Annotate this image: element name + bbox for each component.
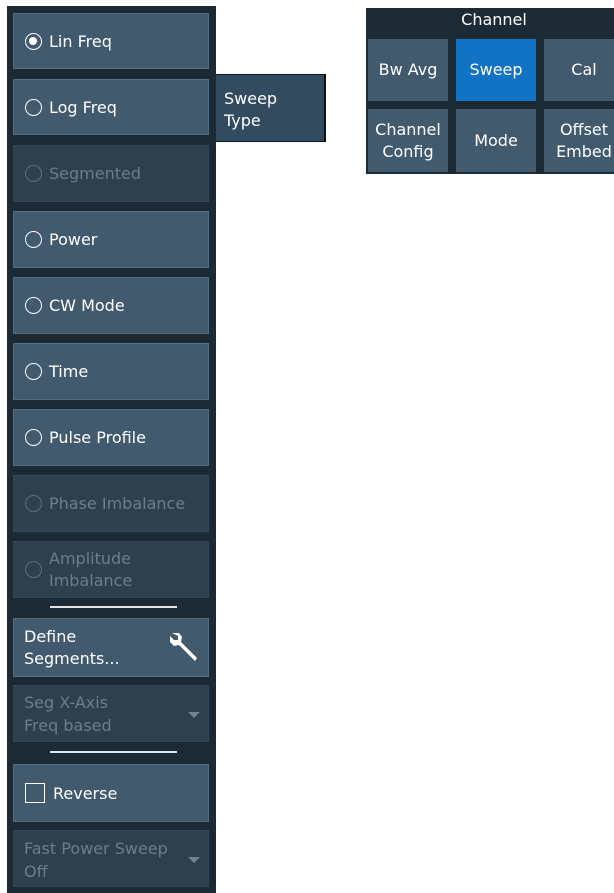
sweep-type-tab-line2: Type	[224, 111, 261, 130]
radio-unselected-icon	[25, 429, 42, 446]
define-segments-label: Define Segments...	[24, 626, 120, 668]
channel-config-button[interactable]: Channel Config	[368, 109, 448, 172]
cw-mode-label: CW Mode	[49, 296, 125, 315]
pulse-profile-radio-button[interactable]: Pulse Profile	[13, 409, 209, 466]
mode-button[interactable]: Mode	[456, 109, 536, 172]
phase-imbalance-radio-button: Phase Imbalance	[13, 475, 209, 532]
segmented-radio-button: Segmented	[13, 145, 209, 202]
pulse-profile-label: Pulse Profile	[49, 428, 146, 447]
amplitude-imbalance-radio-button: Amplitude Imbalance	[13, 541, 209, 598]
mode-label: Mode	[474, 130, 518, 150]
define-segments-button[interactable]: Define Segments...	[13, 618, 209, 677]
radio-selected-icon	[25, 32, 42, 50]
fast-power-sweep-value: Off	[24, 862, 48, 881]
cw-mode-radio-button[interactable]: CW Mode	[13, 277, 209, 334]
checkbox-unchecked-icon	[25, 783, 45, 803]
separator	[50, 606, 177, 608]
log-freq-label: Log Freq	[49, 97, 117, 117]
reverse-checkbox[interactable]: Reverse	[13, 764, 209, 822]
sweep-type-tab[interactable]: Sweep Type	[216, 74, 326, 142]
separator	[50, 751, 177, 753]
radio-unselected-icon	[25, 165, 42, 182]
sweep-type-panel: Lin Freq Log Freq Segmented Power CW Mod…	[7, 6, 216, 893]
channel-config-label: Channel Config	[375, 119, 441, 161]
segmented-label: Segmented	[49, 164, 141, 183]
log-freq-radio-button[interactable]: Log Freq	[13, 79, 209, 135]
cal-label: Cal	[571, 60, 597, 79]
sweep-type-tab-line1: Sweep	[224, 89, 278, 108]
sweep-button[interactable]: Sweep	[456, 39, 536, 101]
time-label: Time	[49, 362, 89, 381]
radio-unselected-icon	[25, 297, 42, 314]
cal-button[interactable]: Cal	[544, 39, 614, 101]
radio-unselected-icon	[25, 231, 42, 248]
wrench-icon	[170, 633, 197, 661]
power-radio-button[interactable]: Power	[13, 211, 209, 268]
seg-x-axis-value: Freq based	[24, 716, 112, 735]
bw-avg-button[interactable]: Bw Avg	[368, 39, 448, 101]
channel-menu-title: Channel	[461, 10, 527, 29]
sweep-label: Sweep	[469, 60, 523, 79]
channel-menu: Channel Bw Avg Sweep Cal Channel Config …	[366, 8, 614, 174]
amplitude-imbalance-label: Amplitude Imbalance	[49, 548, 133, 590]
dropdown-caret-icon	[188, 712, 200, 718]
bw-avg-label: Bw Avg	[378, 60, 438, 79]
power-label: Power	[49, 230, 98, 249]
radio-unselected-icon	[25, 561, 42, 578]
radio-unselected-icon	[25, 98, 42, 116]
lin-freq-label: Lin Freq	[49, 31, 112, 51]
offset-embed-label: Offset Embed	[556, 119, 612, 161]
fast-power-sweep-dropdown: Fast Power Sweep Off	[13, 830, 209, 887]
dropdown-caret-icon	[188, 857, 200, 863]
radio-unselected-icon	[25, 363, 42, 380]
lin-freq-radio-button[interactable]: Lin Freq	[13, 13, 209, 69]
reverse-label: Reverse	[53, 783, 118, 803]
time-radio-button[interactable]: Time	[13, 343, 209, 400]
offset-embed-button[interactable]: Offset Embed	[544, 109, 614, 172]
radio-unselected-icon	[25, 495, 42, 512]
seg-x-axis-dropdown: Seg X-Axis Freq based	[13, 685, 209, 742]
seg-x-axis-label: Seg X-Axis	[24, 693, 109, 712]
fast-power-sweep-label: Fast Power Sweep	[24, 839, 168, 858]
phase-imbalance-label: Phase Imbalance	[49, 494, 186, 513]
